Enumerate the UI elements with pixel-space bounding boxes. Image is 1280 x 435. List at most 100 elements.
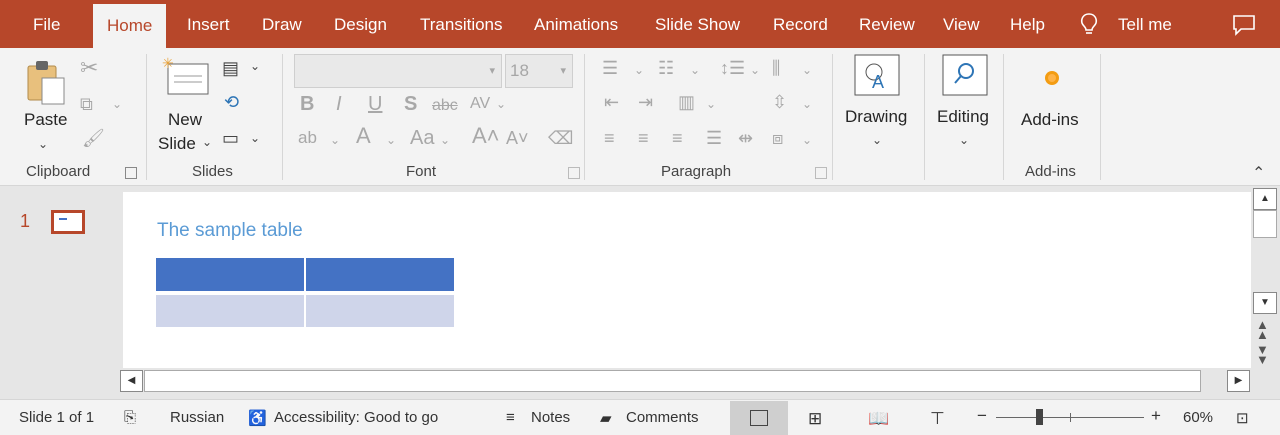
section-icon[interactable]: ▭ — [222, 128, 239, 148]
cut-icon[interactable]: ✂ — [80, 57, 98, 79]
tab-file[interactable]: File — [33, 0, 60, 48]
add-ins-icon[interactable] — [1040, 68, 1064, 92]
table-header-cell[interactable] — [306, 258, 454, 291]
drawing-button[interactable]: Drawing — [845, 107, 907, 127]
tell-me-search[interactable]: Tell me — [1118, 0, 1172, 48]
clipboard-dialog-launcher[interactable] — [125, 167, 137, 179]
font-size-chevron-down-icon[interactable]: ▾ — [560, 55, 566, 87]
slide-title[interactable]: The sample table — [157, 220, 303, 242]
change-case-icon[interactable]: Aa — [410, 128, 434, 148]
slide-show-icon[interactable]: ⊤ — [930, 409, 945, 429]
character-spacing-icon[interactable]: AV — [470, 94, 490, 114]
zoom-slider-thumb[interactable] — [1036, 409, 1043, 425]
font-dialog-launcher[interactable] — [568, 167, 580, 179]
highlight-icon[interactable]: ab — [298, 128, 317, 148]
paste-button[interactable]: Paste — [24, 110, 67, 130]
table-header-cell[interactable] — [156, 258, 304, 291]
comments-button[interactable]: Comments — [626, 409, 699, 426]
line-spacing-icon[interactable]: ↕☰ — [720, 58, 745, 78]
drawing-chevron-down-icon[interactable]: ⌄ — [872, 130, 882, 150]
font-color-chevron-down-icon[interactable]: ⌄ — [386, 130, 396, 150]
previous-slide-icon[interactable]: ▲ ▲ — [1256, 318, 1269, 341]
normal-view-button[interactable] — [730, 401, 788, 435]
line-spacing-chevron-down-icon[interactable]: ⌄ — [750, 60, 760, 80]
editing-chevron-down-icon[interactable]: ⌄ — [959, 130, 969, 150]
new-slide-button[interactable]: Slide — [158, 134, 196, 154]
layout-icon[interactable]: ▤ — [222, 58, 239, 78]
add-ins-button[interactable]: Add-ins — [1021, 110, 1079, 130]
language[interactable]: Russian — [170, 409, 224, 426]
font-color-icon[interactable]: A — [356, 125, 371, 147]
decrease-indent-icon[interactable]: ⇤ — [604, 92, 619, 112]
convert-to-smartart-icon[interactable]: ⧈ — [772, 128, 783, 148]
lightbulb-icon[interactable] — [1078, 12, 1100, 38]
numbering-icon[interactable]: ☷ — [658, 58, 674, 78]
tab-view[interactable]: View — [943, 0, 980, 48]
vertical-scrollbar[interactable]: ▲ ▼ ▲ ▲ ▼ ▼ — [1252, 187, 1280, 368]
new-slide-icon[interactable]: ✳ — [162, 56, 210, 98]
editing-search-icon[interactable] — [942, 54, 990, 98]
clear-formatting-icon[interactable]: ⌫ — [548, 128, 573, 148]
numbering-chevron-down-icon[interactable]: ⌄ — [690, 60, 700, 80]
increase-indent-icon[interactable]: ⇥ — [638, 92, 653, 112]
scroll-up-icon[interactable]: ▲ — [1253, 188, 1277, 210]
tab-design[interactable]: Design — [334, 0, 387, 48]
comments-icon[interactable]: ▰ — [600, 409, 612, 427]
paste-icon[interactable] — [26, 58, 70, 106]
table-body-cell[interactable] — [156, 295, 304, 327]
next-slide-icon[interactable]: ▼ ▼ — [1256, 343, 1269, 366]
align-right-icon[interactable]: ≡ — [672, 128, 683, 148]
new-slide-chevron-down-icon[interactable]: ⌄ — [202, 132, 212, 152]
copy-icon[interactable]: ⧉ — [80, 94, 93, 114]
smartart-chevron-down-icon[interactable]: ⌄ — [802, 130, 812, 150]
new-slide-label-line1[interactable]: New — [168, 110, 202, 130]
section-chevron-down-icon[interactable]: ⌄ — [250, 128, 260, 148]
tab-review[interactable]: Review — [859, 0, 915, 48]
tab-home[interactable]: Home — [93, 4, 167, 48]
paste-chevron-down-icon[interactable]: ⌄ — [38, 134, 48, 154]
table-body-cell[interactable] — [306, 295, 454, 327]
tab-insert[interactable]: Insert — [187, 0, 230, 48]
horizontal-scrollbar[interactable]: ◀ ▶ — [116, 368, 1252, 394]
character-spacing-chevron-down-icon[interactable]: ⌄ — [496, 94, 506, 114]
reading-view-icon[interactable]: 📖 — [868, 409, 889, 429]
decrease-font-size-icon[interactable]: A˅ — [506, 128, 529, 148]
copy-chevron-down-icon[interactable]: ⌄ — [112, 94, 122, 114]
scroll-thumb[interactable] — [1253, 210, 1277, 238]
slide-sorter-icon[interactable]: ⊞ — [808, 409, 822, 429]
notes-icon[interactable]: ≡ — [506, 409, 515, 426]
accessibility-icon[interactable]: ♿ — [248, 409, 267, 427]
distributed-icon[interactable]: ⇹ — [738, 128, 753, 148]
tab-slide-show[interactable]: Slide Show — [655, 0, 740, 48]
bullets-icon[interactable]: ☰ — [602, 58, 618, 78]
font-family-chevron-down-icon[interactable]: ▾ — [489, 55, 495, 87]
bold-icon[interactable]: B — [300, 94, 314, 114]
highlight-chevron-down-icon[interactable]: ⌄ — [330, 130, 340, 150]
underline-icon[interactable]: U — [368, 94, 382, 114]
accessibility-status[interactable]: Accessibility: Good to go — [274, 409, 438, 426]
spell-check-icon[interactable]: ⎘ — [124, 409, 136, 426]
horizontal-scroll-thumb[interactable] — [144, 370, 1201, 392]
scroll-right-icon[interactable]: ▶ — [1227, 370, 1250, 392]
tab-draw[interactable]: Draw — [262, 0, 302, 48]
columns-chevron-down-icon[interactable]: ⌄ — [706, 94, 716, 114]
justify-icon[interactable]: ☰ — [706, 128, 722, 148]
collapse-ribbon-chevron-up-icon[interactable]: ⌃ — [1252, 164, 1265, 184]
tab-help[interactable]: Help — [1010, 0, 1045, 48]
drawing-shapes-icon[interactable]: A — [854, 54, 902, 98]
font-size-combo[interactable]: 18 ▾ — [505, 54, 573, 88]
shadow-icon[interactable]: S — [404, 94, 417, 114]
slide-thumbnail[interactable] — [51, 210, 85, 234]
comment-icon[interactable] — [1232, 14, 1256, 36]
zoom-level[interactable]: 60% — [1183, 409, 1213, 426]
tab-animations[interactable]: Animations — [534, 0, 618, 48]
align-text-chevron-down-icon[interactable]: ⌄ — [802, 94, 812, 114]
increase-font-size-icon[interactable]: A˄ — [472, 125, 500, 147]
notes-button[interactable]: Notes — [531, 409, 570, 426]
zoom-in-button[interactable]: + — [1151, 406, 1161, 426]
fit-slide-icon[interactable]: ⊡ — [1236, 409, 1249, 427]
italic-icon[interactable]: I — [336, 94, 342, 114]
tab-record[interactable]: Record — [773, 0, 828, 48]
align-left-icon[interactable]: ≡ — [604, 128, 615, 148]
slide-count[interactable]: Slide 1 of 1 — [19, 409, 94, 426]
